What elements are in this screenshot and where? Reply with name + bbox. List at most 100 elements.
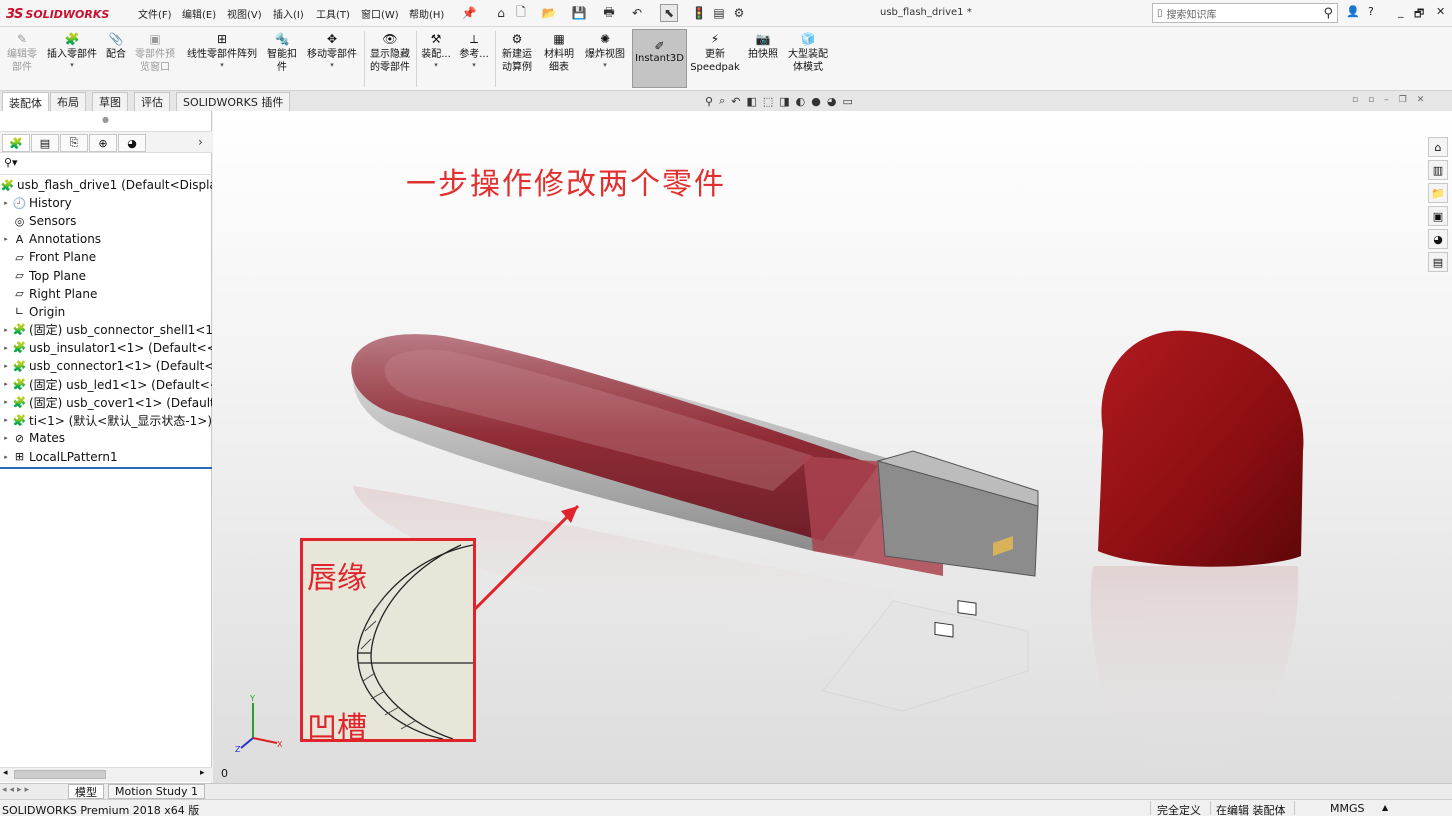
property-manager-tab-icon[interactable]: ▤ [31, 134, 59, 152]
menu-insert[interactable]: 插入(I) [273, 6, 304, 21]
design-library-icon[interactable]: ▥ [1428, 160, 1448, 180]
tree-filter[interactable]: ⚲▾ [0, 153, 212, 175]
scene-icon[interactable]: ◕ [827, 95, 837, 108]
restore-icon[interactable]: 🗗 [1414, 5, 1424, 24]
tree-item[interactable]: ▸ 🧩 usb_connector1<1> (Default<< [0, 357, 212, 375]
preview-window-button[interactable]: ▣ 零部件预 览窗口 [132, 31, 178, 74]
solidworks-logo[interactable]: 3S SOLIDWORKS [6, 4, 109, 24]
large-assembly-button[interactable]: 🧊 大型装配 体模式 [784, 31, 832, 74]
viewport-min-icon[interactable]: – [1384, 95, 1389, 105]
linear-pattern-button[interactable]: ⊞ 线性零部件阵列 ▾ [182, 31, 262, 70]
help-button[interactable]: ? [1368, 5, 1374, 18]
expand-arrow-icon[interactable]: ▸ [0, 453, 12, 461]
expand-arrow-icon[interactable]: ▸ [0, 434, 12, 442]
tab-motion-study[interactable]: Motion Study 1 [108, 784, 206, 799]
insert-component-button[interactable]: 🧩 插入零部件 ▾ [44, 31, 100, 70]
section-view-icon[interactable]: ◧ [746, 95, 756, 108]
update-speedpak-button[interactable]: ⚡ 更新 Speedpak [690, 31, 740, 74]
minimize-icon[interactable]: _ [1398, 5, 1404, 18]
menu-help[interactable]: 帮助(H) [409, 6, 444, 21]
tree-root-assembly[interactable]: 🧩usb_flash_drive1 (Default<Display S [0, 176, 212, 194]
file-explorer-icon[interactable]: 📁 [1428, 183, 1448, 203]
appearance-icon[interactable]: ● [811, 95, 821, 108]
viewport-tile-icon[interactable]: ▫ [1368, 95, 1374, 105]
instant3d-button[interactable]: ✐ Instant3D [632, 29, 687, 88]
print-icon[interactable]: 🖶 [600, 4, 618, 22]
panel-grip-icon[interactable]: ● [102, 115, 109, 124]
tab-evaluate[interactable]: 评估 [134, 92, 170, 111]
tab-sketch[interactable]: 草图 [92, 92, 128, 111]
solidworks-resources-icon[interactable]: ⌂ [1428, 137, 1448, 157]
view-orientation-icon[interactable]: ⬚ [763, 95, 773, 108]
filter-icon[interactable]: ⚲▾ [4, 156, 18, 169]
reference-geometry-button[interactable]: ⟂ 参考... ▾ [456, 31, 492, 70]
zoom-to-fit-icon[interactable]: ⚲ [705, 95, 713, 108]
menu-file[interactable]: 文件(F) [138, 6, 172, 21]
scroll-thumb[interactable] [14, 770, 106, 779]
tree-item[interactable]: ▸ 🧩 (固定) usb_cover1<1> (Default< [0, 393, 212, 411]
previous-view-icon[interactable]: ↶ [731, 95, 740, 108]
chevron-down-icon[interactable]: ▾ [70, 61, 74, 70]
show-hidden-button[interactable]: 👁 显示隐藏 的零部件 [366, 31, 414, 74]
chevron-down-icon[interactable]: ▾ [220, 61, 224, 70]
save-icon[interactable]: 💾 [570, 4, 588, 22]
undo-icon[interactable]: ↶ [628, 4, 646, 22]
new-document-icon[interactable]: 🗋 [512, 4, 530, 22]
tree-scrollbar[interactable]: ◂ ▸ [0, 767, 212, 782]
rollback-bar[interactable] [0, 466, 212, 469]
scroll-left-icon[interactable]: ◂ [3, 768, 8, 778]
menu-tools[interactable]: 工具(T) [316, 6, 350, 21]
tree-item[interactable]: ▸ 🧩 (固定) usb_led1<1> (Default<<D [0, 375, 212, 393]
snapshot-button[interactable]: 📷 拍快照 [744, 31, 782, 61]
zoom-to-area-icon[interactable]: ⌕ [719, 94, 725, 108]
tree-item[interactable]: ▸ 🕘 History [0, 194, 212, 212]
tree-item[interactable]: ▱ Right Plane [0, 285, 212, 303]
mate-button[interactable]: 📎 配合 [102, 31, 130, 61]
viewport-restore-icon[interactable]: ❐ [1399, 95, 1407, 105]
user-icon[interactable]: 👤 [1346, 5, 1360, 18]
tree-item[interactable]: ◎ Sensors [0, 212, 212, 230]
view-palette-icon[interactable]: ▣ [1428, 206, 1448, 226]
graphics-area[interactable]: 一步操作修改两个零件 唇缘 凹槽 Y X Z 0 ⌂ ▥ 📁 ▣ ◕ ▤ [213, 111, 1452, 783]
expand-arrow-icon[interactable]: ▸ [0, 326, 12, 334]
tab-model[interactable]: 模型 [68, 784, 104, 799]
menu-edit[interactable]: 编辑(E) [182, 6, 216, 21]
expand-arrow-icon[interactable]: ▸ [0, 199, 12, 207]
new-motion-study-button[interactable]: ⚙ 新建运 动算例 [497, 31, 537, 74]
appearances-icon[interactable]: ◕ [1428, 229, 1448, 249]
dimxpert-tab-icon[interactable]: ⊕ [89, 134, 117, 152]
expand-arrow-icon[interactable]: ▸ [0, 380, 12, 388]
move-component-button[interactable]: ✥ 移动零部件 ▾ [302, 31, 362, 70]
chevron-down-icon[interactable]: ▾ [434, 61, 438, 70]
view-settings-icon[interactable]: ▭ [843, 95, 853, 108]
tab-solidworks-addins[interactable]: SOLIDWORKS 插件 [176, 92, 291, 111]
assembly-feature-button[interactable]: ⚒ 装配... ▾ [418, 31, 454, 70]
menu-window[interactable]: 窗口(W) [361, 6, 399, 21]
tab-layout[interactable]: 布局 [50, 92, 86, 111]
viewport-minimize-icon[interactable]: ▫ [1352, 95, 1358, 105]
expand-arrow-icon[interactable]: ▸ [0, 235, 12, 243]
tree-item[interactable]: ▸ ⊘ Mates [0, 429, 212, 447]
bom-button[interactable]: ▦ 材料明 细表 [539, 31, 579, 74]
tree-item[interactable]: ∟ Origin [0, 303, 212, 321]
edit-component-button[interactable]: ✎ 编辑零 部件 [4, 31, 40, 74]
scroll-right-icon[interactable]: ▸ [200, 768, 205, 778]
hide-show-icon[interactable]: ◐ [796, 95, 806, 108]
viewport-close-icon[interactable]: ✕ [1417, 95, 1425, 105]
tree-item[interactable]: ▸ ⊞ LocalLPattern1 [0, 448, 212, 466]
exploded-view-button[interactable]: ✺ 爆炸视图 ▾ [582, 31, 628, 70]
home-icon[interactable]: ⌂ [492, 4, 510, 22]
expand-arrow-icon[interactable]: ▸ [0, 344, 12, 352]
display-style-icon[interactable]: ◨ [779, 95, 789, 108]
units-system[interactable]: MMGS [1330, 802, 1365, 815]
menu-view[interactable]: 视图(V) [227, 6, 262, 21]
display-manager-tab-icon[interactable]: ◕ [118, 134, 146, 152]
search-icon[interactable]: ⚲ [1323, 6, 1333, 21]
options-gear-icon[interactable]: ⚙ [730, 4, 748, 22]
feature-manager-tab-icon[interactable]: 🧩 [2, 134, 30, 152]
tab-assembly[interactable]: 装配体 [2, 92, 49, 112]
close-icon[interactable]: ✕ [1436, 5, 1445, 18]
rebuild-icon[interactable]: 🚦 [690, 4, 708, 22]
chevron-down-icon[interactable]: ▾ [472, 61, 476, 70]
units-arrow-icon[interactable]: ▲ [1382, 803, 1388, 812]
